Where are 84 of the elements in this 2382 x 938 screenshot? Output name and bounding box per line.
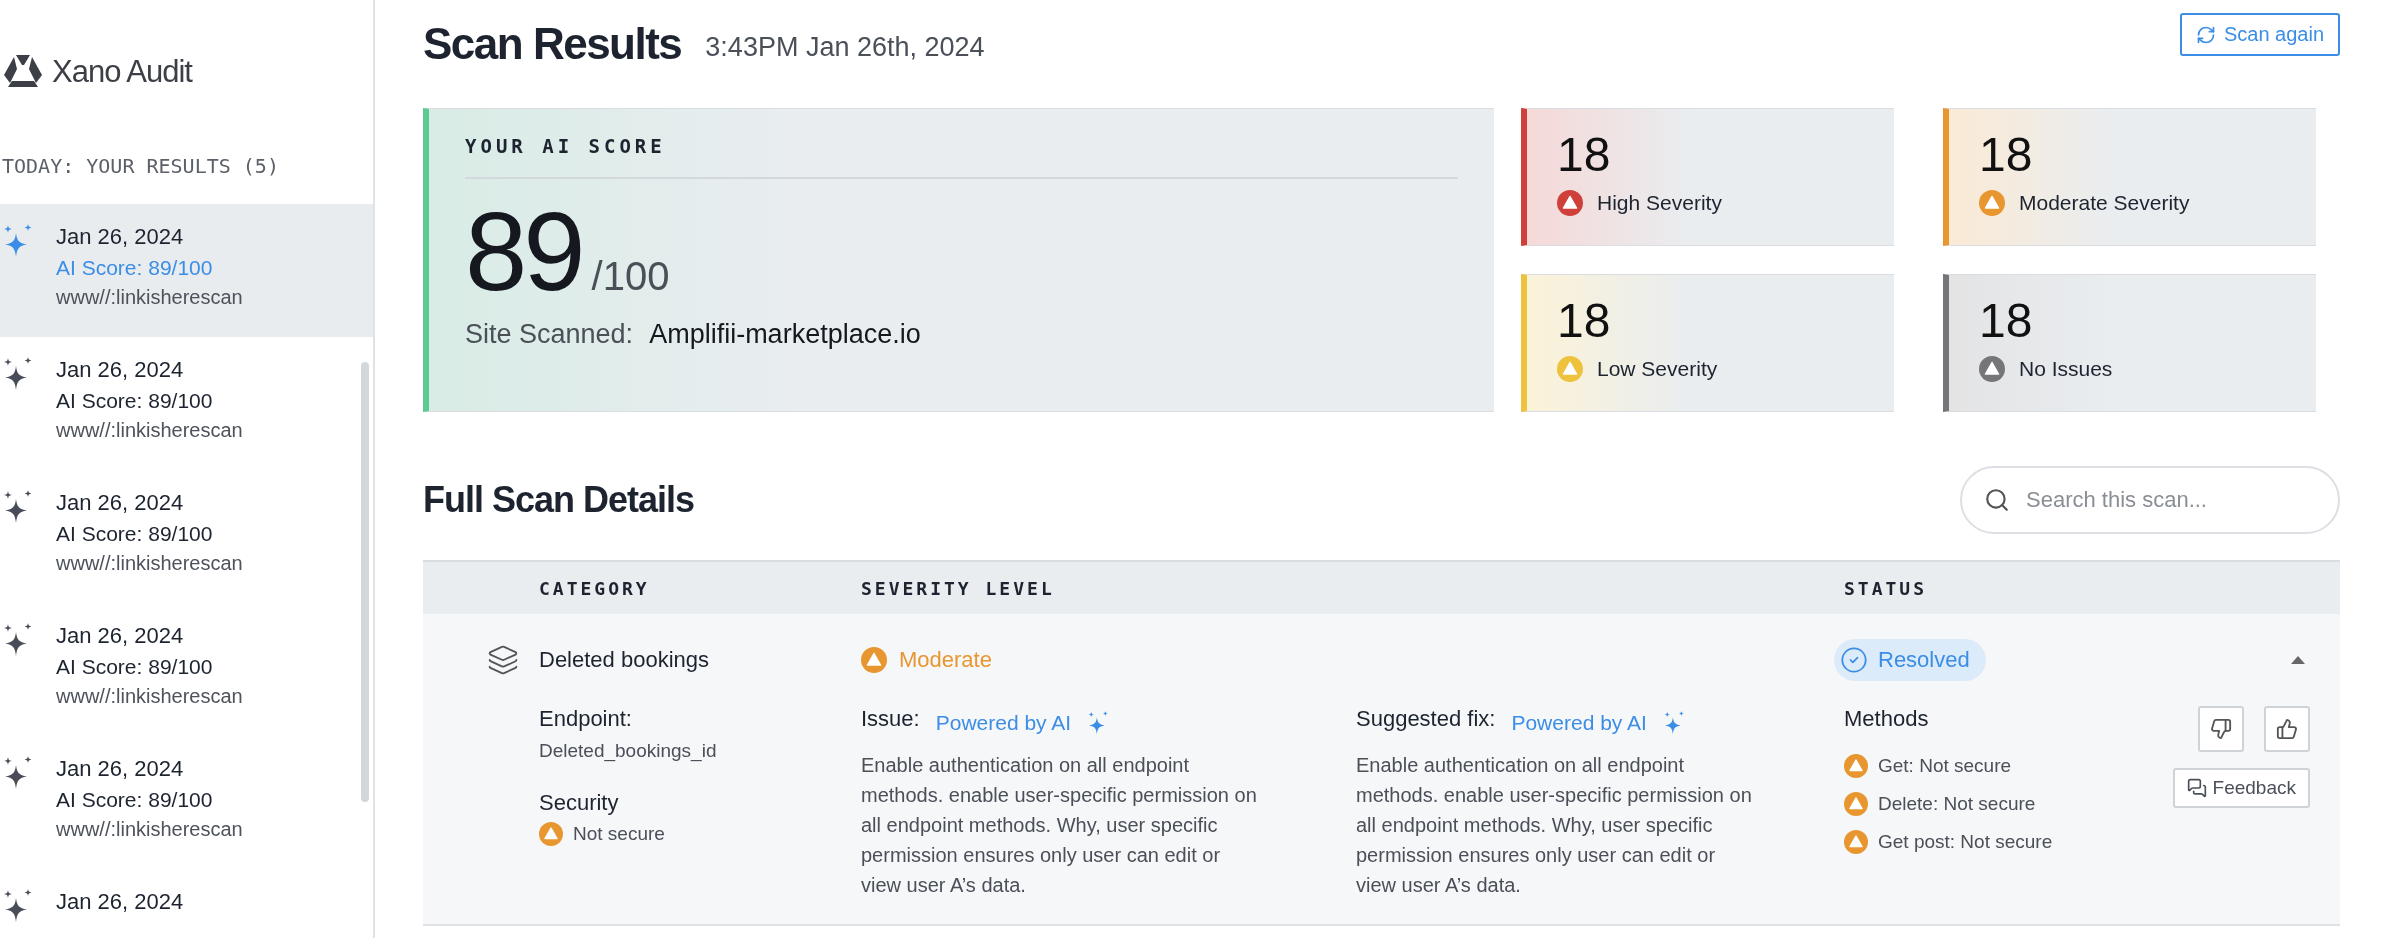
warning-icon (1557, 190, 1583, 216)
warning-icon (1844, 792, 1868, 816)
thumbs-up-icon (2276, 718, 2298, 740)
warning-icon (1979, 190, 2005, 216)
column-header: CATEGORY (539, 577, 651, 599)
feedback-button[interactable]: Feedback (2172, 768, 2310, 808)
scrollbar-thumb[interactable] (361, 362, 369, 802)
issue-description: Enable authentication on all endpoint methods. enable user-specific permission on all endpoint methods. Why, user specific permission ensures only user can edit or view user A’s data. (861, 753, 1258, 898)
search-field[interactable]: Search this scan... (1960, 466, 2340, 534)
severity-count: 18 (1557, 127, 1612, 182)
endpoint-name: Deleted_bookings_id (539, 740, 718, 762)
severity-label: Moderate Severity (2019, 191, 2190, 215)
issue-label: Issue: (861, 706, 920, 732)
score-label: YOUR AI SCORE (465, 135, 1458, 179)
severity-label: Low Severity (1597, 356, 1718, 381)
scan-date: Jan 26, 2024 (56, 224, 185, 250)
search-icon (1984, 486, 2010, 514)
scan-result-item[interactable]: Jan 26, 2024 AI Score: 89/100 www//:linkisherescan (0, 736, 373, 869)
ai-tag: Powered by AI (1511, 711, 1647, 735)
scan-result-item[interactable]: Jan 26, 2024 AI Score: 89/100 www//:linkisherescan (0, 337, 373, 470)
methods-label: Methods (1844, 706, 1930, 732)
ai-tag: Powered by AI (935, 711, 1072, 735)
category-name: Deleted bookings (539, 647, 710, 673)
scan-result-item[interactable]: Jan 26, 2024 AI Score: 89/100 www//:linkisherescan (0, 470, 373, 603)
scan-result-item[interactable]: Jan 26, 2024 (0, 869, 373, 923)
warning-icon (1844, 754, 1868, 778)
severity-label: No Issues (2019, 356, 2113, 381)
section-title: TODAY: YOUR RESULTS (5) (1, 153, 280, 178)
scan-result-item[interactable]: Jan 26, 2024 AI Score: 89/100 www//:linkisherescan (0, 603, 373, 736)
check-circle-icon (1840, 646, 1868, 674)
scan-date: Jan 26, 2024 (56, 889, 184, 915)
score-max: /100 (591, 254, 670, 299)
method-status: Get: Not secure (1878, 755, 2012, 777)
sparkles-icon (1662, 711, 1687, 735)
chat-icon (2186, 778, 2207, 798)
scan-date: Jan 26, 2024 (56, 357, 185, 383)
thumbs-down-button[interactable] (2198, 706, 2244, 752)
warning-icon (1979, 355, 2005, 382)
ai-score: AI Score: 89/100 (56, 788, 214, 812)
ai-score: AI Score: 89/100 (56, 256, 214, 280)
warning-icon (861, 647, 887, 673)
thumbs-down-icon (2210, 718, 2232, 740)
site-label: Site Scanned: (465, 318, 634, 350)
security-label: Security (539, 790, 620, 816)
column-header: STATUS (1844, 577, 1929, 599)
severity-count: 18 (1979, 292, 2034, 348)
scan-date: Jan 26, 2024 (56, 623, 185, 649)
warning-icon (539, 822, 563, 846)
app-logo-text: Xano Audit (52, 54, 192, 90)
site-name: Amplifii-marketplace.io (649, 318, 921, 350)
scan-url: www//:linkisherescan (56, 552, 243, 575)
layers-icon (487, 644, 519, 676)
caret-icon (2290, 655, 2306, 665)
ai-score: AI Score: 89/100 (56, 389, 214, 413)
security-status: Not secure (573, 823, 665, 845)
method-status: Get post: Not secure (1878, 831, 2053, 853)
severity-level: Moderate (899, 647, 992, 673)
severity-count: 18 (1979, 127, 2034, 182)
fix-label: Suggested fix: (1356, 706, 1496, 732)
severity-count: 18 (1557, 292, 1612, 348)
ai-score: AI Score: 89/100 (56, 655, 214, 679)
thumbs-up-button[interactable] (2264, 706, 2310, 752)
status-badge: Resolved (1834, 639, 1986, 681)
scan-url: www//:linkisherescan (56, 286, 243, 309)
column-header: SEVERITY LEVEL (861, 577, 1056, 599)
method-status: Delete: Not secure (1878, 793, 2036, 815)
scan-url: www//:linkisherescan (56, 419, 243, 442)
search-input[interactable]: Search this scan... (2024, 486, 2316, 514)
severity-label: High Severity (1597, 191, 1722, 215)
endpoint-label: Endpoint: (539, 706, 633, 732)
refresh-icon (2195, 24, 2216, 45)
page-title: Scan Results (423, 18, 682, 69)
scan-url: www//:linkisherescan (56, 685, 243, 708)
warning-icon (1844, 830, 1868, 854)
section-heading: Full Scan Details (423, 479, 695, 521)
scan-date: Jan 26, 2024 (56, 756, 185, 782)
fix-description: Enable authentication on all endpoint methods. enable user-specific permission on all endpoint methods. Why, user specific permission ensures only user can edit or view user A’s data. (1356, 753, 1753, 898)
score-value: 89 (465, 193, 582, 311)
ai-score: AI Score: 89/100 (56, 522, 214, 546)
warning-icon (1557, 355, 1583, 382)
scan-result-item[interactable]: Jan 26, 2024 AI Score: 89/100 www//:linkisherescan (0, 204, 373, 337)
scan-url: www//:linkisherescan (56, 818, 243, 841)
scan-date: Jan 26, 2024 (56, 490, 185, 516)
scan-timestamp: 3:43PM Jan 26th, 2024 (705, 31, 986, 63)
